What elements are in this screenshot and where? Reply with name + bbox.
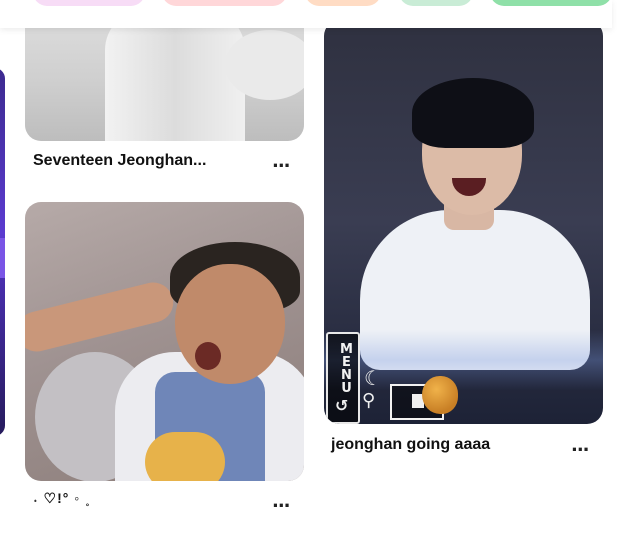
more-options-icon[interactable]: ...: [272, 493, 290, 511]
pin-image-child-photo[interactable]: [25, 202, 304, 481]
filter-chip-3[interactable]: [305, 0, 381, 6]
photo-face: [175, 264, 285, 384]
photo-arm: [25, 278, 178, 356]
photo-menu-overlay: MENU ↺: [326, 332, 360, 424]
filter-chip-1[interactable]: [33, 0, 145, 6]
photo-hair: [412, 78, 534, 148]
pin-title[interactable]: jeonghan going aaaa: [331, 436, 490, 454]
photo-mouth: [195, 342, 221, 370]
photo-sleeve: [145, 432, 225, 481]
photo-shirt: [105, 10, 245, 141]
potato-sticker-icon: [422, 376, 458, 414]
filter-chip-bar: [0, 0, 612, 28]
search-icon: ⚲: [362, 390, 376, 411]
partial-pin-image[interactable]: [0, 68, 5, 436]
pin-title[interactable]: ˖ ♡!° ◦ ˳: [33, 490, 91, 507]
filter-chip-4[interactable]: [399, 0, 473, 6]
filter-chip-2[interactable]: [162, 0, 287, 6]
pin-title[interactable]: Seventeen Jeonghan...: [33, 152, 206, 170]
moon-icon: ☾: [364, 366, 382, 390]
filter-chip-5[interactable]: [490, 0, 612, 6]
back-arrow-icon: ↺: [335, 396, 349, 415]
menu-label: MENU: [339, 342, 354, 394]
more-options-icon[interactable]: ...: [272, 153, 290, 171]
more-options-icon[interactable]: ...: [571, 437, 589, 455]
pin-image-jeonghan-2[interactable]: MENU ↺ ☾ ⚲: [324, 20, 603, 424]
